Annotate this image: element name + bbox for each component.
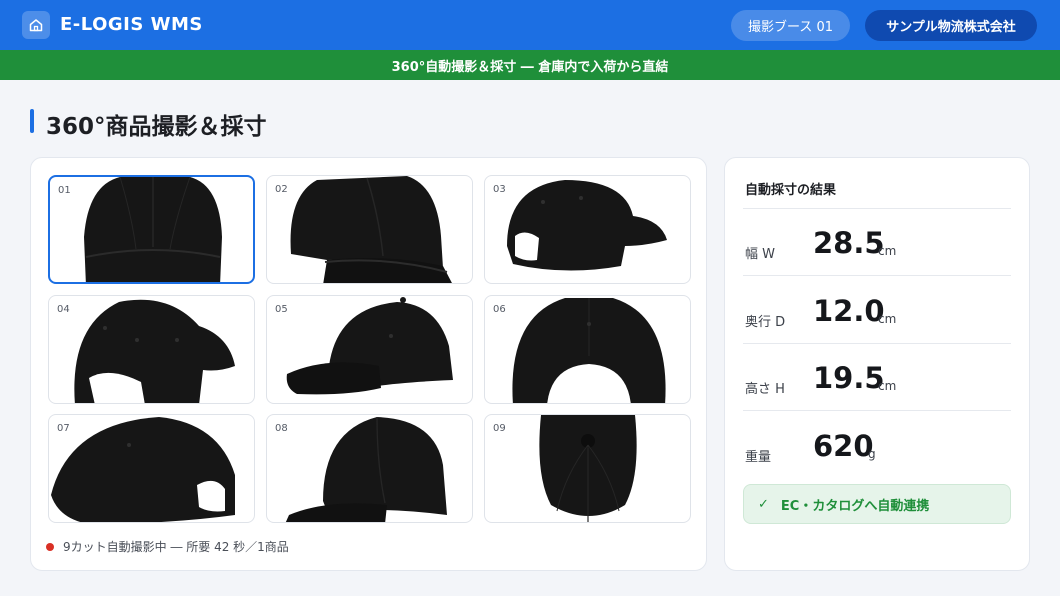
capture-status: 9カット自動撮影中 ― 所要 42 秒／1商品 — [46, 538, 289, 555]
cap-back-left-image — [74, 299, 235, 403]
divider — [743, 208, 1011, 209]
depth-value: 12.0 — [813, 294, 885, 328]
cap-rear-left-image — [51, 417, 235, 522]
thumbnail-number: 09 — [493, 423, 506, 434]
cap-left-side-image — [286, 297, 453, 395]
thumbnail-number: 01 — [58, 185, 71, 196]
thumbnail-07[interactable]: 07 — [48, 414, 255, 523]
thumbnail-09[interactable]: 09 — [484, 414, 691, 523]
depth-unit: cm — [878, 312, 897, 326]
cap-front-image — [84, 177, 222, 282]
weight-unit: g — [868, 447, 876, 461]
cap-front-left-image — [285, 416, 447, 522]
thumbnail-02[interactable]: 02 — [266, 175, 473, 284]
thumbnail-number: 07 — [57, 423, 70, 434]
cap-top-image — [539, 415, 637, 522]
page-title: 360°商品撮影＆採寸 — [46, 114, 267, 140]
width-label: 幅 W — [745, 247, 775, 262]
divider — [743, 410, 1011, 411]
cap-back-image — [512, 298, 666, 403]
thumbnail-number: 03 — [493, 184, 506, 195]
heading-accent — [30, 109, 34, 133]
thumbnail-04[interactable]: 04 — [48, 295, 255, 404]
photo-gallery: 01 02 03 04 05 06 07 08 09 — [30, 157, 707, 571]
thumbnail-number: 05 — [275, 304, 288, 315]
divider — [743, 343, 1011, 344]
thumbnail-number: 08 — [275, 423, 288, 434]
info-banner: 360°自動撮影＆採寸 ― 倉庫内で入荷から直結 — [0, 50, 1060, 80]
ec-sync-label: EC・カタログへ自動連携 — [780, 498, 930, 514]
weight-label: 重量 — [745, 450, 772, 465]
thumbnail-number: 02 — [275, 184, 288, 195]
thumbnail-number: 04 — [57, 304, 70, 315]
app-title: E-LOGIS WMS — [60, 14, 203, 35]
top-bar: E-LOGIS WMS 撮影ブース 01 サンプル物流株式会社 — [0, 0, 1060, 50]
height-value: 19.5 — [813, 361, 885, 395]
width-unit: cm — [878, 244, 897, 258]
thumbnail-06[interactable]: 06 — [484, 295, 691, 404]
cap-front-right-image — [290, 176, 452, 283]
thumbnail-05[interactable]: 05 — [266, 295, 473, 404]
company-badge[interactable]: サンプル物流株式会社 — [865, 10, 1037, 41]
check-icon: ✓ — [758, 496, 769, 512]
divider — [743, 275, 1011, 276]
cap-back-right-image — [507, 180, 667, 271]
thumbnail-01[interactable]: 01 — [48, 175, 255, 284]
results-title: 自動採寸の結果 — [745, 183, 837, 198]
weight-value: 620 — [813, 429, 874, 463]
depth-label: 奥行 D — [745, 315, 786, 330]
width-value: 28.5 — [813, 226, 885, 260]
home-icon — [29, 19, 43, 32]
recording-dot-icon — [46, 542, 54, 551]
booth-selector[interactable]: 撮影ブース 01 — [731, 10, 850, 41]
thumbnail-08[interactable]: 08 — [266, 414, 473, 523]
height-unit: cm — [878, 379, 897, 393]
height-label: 高さ H — [745, 382, 785, 397]
home-button[interactable] — [22, 11, 50, 39]
ec-sync-button[interactable]: ✓ EC・カタログへ自動連携 — [743, 484, 1011, 524]
thumbnail-number: 06 — [493, 304, 506, 315]
measurement-results: 自動採寸の結果 幅 W 28.5 cm 奥行 D 12.0 cm 高さ H 19… — [724, 157, 1030, 571]
thumbnail-03[interactable]: 03 — [484, 175, 691, 284]
capture-status-text: 9カット自動撮影中 ― 所要 42 秒／1商品 — [63, 540, 289, 554]
